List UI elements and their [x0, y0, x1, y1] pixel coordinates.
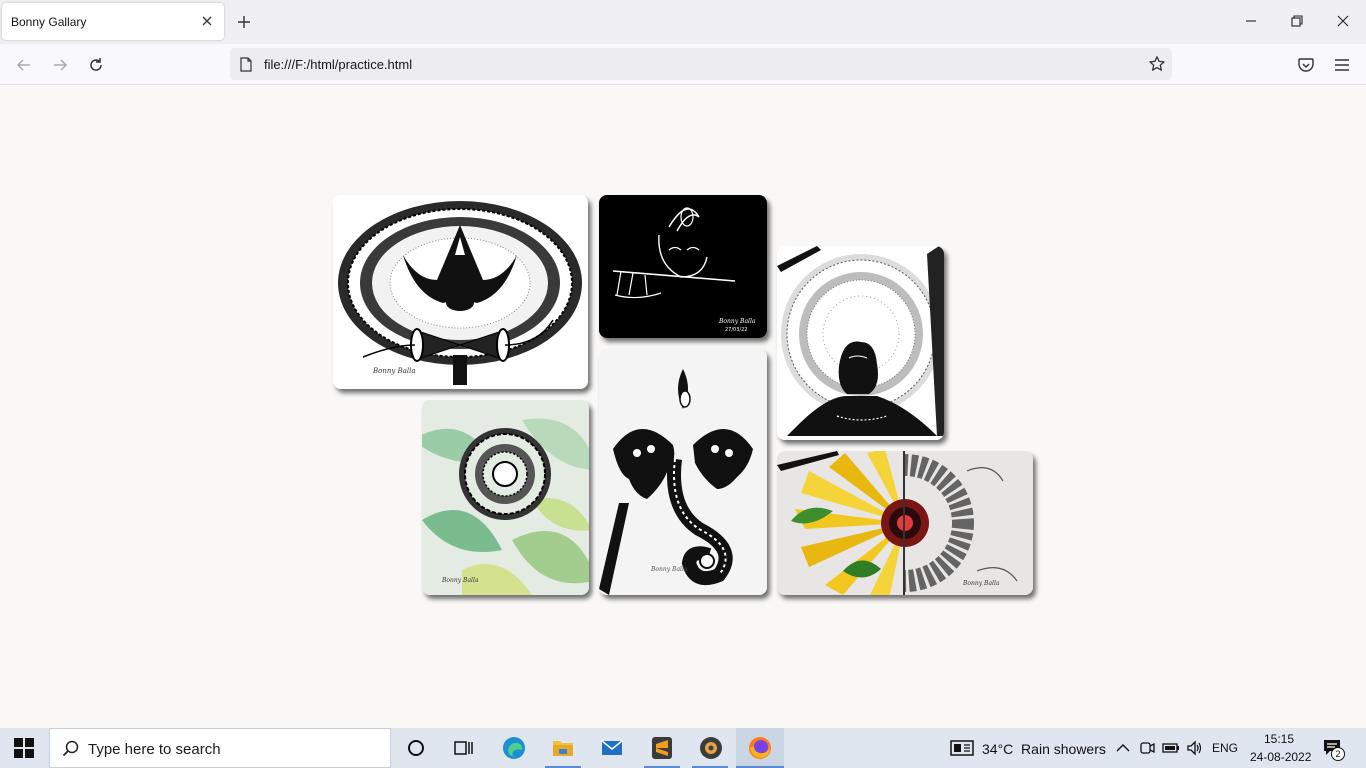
pocket-icon[interactable] [1297, 56, 1315, 74]
clock-time[interactable]: 15:15 [1264, 732, 1294, 746]
forward-icon[interactable] [51, 56, 69, 74]
tab-title: Bonny Gallary [11, 15, 87, 29]
taskbar: Type here to search 34°C Rain showers EN… [0, 728, 1366, 768]
url-text: file:///F:/html/practice.html [264, 57, 413, 72]
gallery-image-leaf-mandala[interactable]: Bonny Balla [422, 400, 589, 595]
gallery-image-shiva-mandala[interactable] [777, 246, 944, 440]
taskbar-search-box[interactable]: Type here to search [49, 728, 391, 768]
clock-date[interactable]: 24-08-2022 [1250, 750, 1311, 764]
browser-tab[interactable]: Bonny Gallary [2, 3, 224, 40]
navigation-bar: file:///F:/html/practice.html [0, 44, 1366, 85]
firefox-taskbar-item[interactable] [736, 728, 784, 768]
edge-browser-icon[interactable] [502, 736, 526, 760]
ganesha-artwork: Bonny Balla [599, 349, 767, 595]
page-content: Bonny Balla Bonny Balla 27/03/22 Bonny B… [0, 85, 1366, 728]
gallery-image-krishna-flute[interactable]: Bonny Balla 27/03/22 [599, 195, 767, 338]
krishna-flute-artwork: Bonny Balla 27/03/22 [599, 195, 767, 338]
svg-text:Bonny Balla: Bonny Balla [441, 577, 479, 584]
back-icon[interactable] [15, 56, 33, 74]
chevron-up-icon[interactable] [1115, 740, 1131, 756]
sublime-text-icon[interactable] [650, 736, 674, 760]
url-bar[interactable]: file:///F:/html/practice.html [230, 48, 1172, 80]
file-explorer-icon[interactable] [551, 736, 575, 760]
menu-icon[interactable] [1333, 56, 1351, 74]
language-indicator[interactable]: ENG [1212, 741, 1238, 755]
gallery-image-sunflower[interactable]: Bonny Balla [777, 451, 1033, 595]
svg-text:Bonny Balla: Bonny Balla [650, 566, 688, 573]
media-player-icon[interactable] [699, 736, 723, 760]
restore-icon[interactable] [1290, 14, 1304, 28]
mail-icon[interactable] [600, 736, 624, 760]
notification-badge: 2 [1331, 747, 1345, 761]
task-view-icon[interactable] [452, 736, 476, 760]
tab-bar: Bonny Gallary [0, 0, 1366, 44]
shiva-mandala-artwork [777, 246, 944, 440]
leaf-mandala-artwork: Bonny Balla [422, 400, 589, 595]
sunflower-artwork: Bonny Balla [777, 451, 1033, 595]
bookmark-star-icon[interactable] [1148, 55, 1166, 73]
notification-center[interactable]: 2 [1322, 737, 1346, 761]
reload-icon[interactable] [87, 56, 105, 74]
cortana-icon[interactable] [404, 736, 428, 760]
svg-text:Bonny Balla: Bonny Balla [962, 580, 1000, 587]
close-window-icon[interactable] [1336, 14, 1350, 28]
search-placeholder: Type here to search [88, 741, 221, 758]
close-tab-icon[interactable] [200, 14, 214, 28]
search-icon [62, 740, 79, 757]
weather-text[interactable]: 34°C Rain showers [982, 741, 1106, 757]
firefox-icon [749, 737, 771, 759]
volume-icon[interactable] [1186, 740, 1204, 756]
gallery-image-trishul-damru[interactable]: Bonny Balla [333, 195, 588, 389]
trishul-damru-artwork: Bonny Balla [333, 195, 588, 389]
svg-text:Bonny Balla: Bonny Balla [718, 318, 756, 325]
windows-start-icon[interactable] [13, 737, 35, 759]
gallery-image-ganesha[interactable]: Bonny Balla [599, 349, 767, 595]
battery-icon[interactable] [1162, 740, 1180, 756]
svg-text:Bonny Balla: Bonny Balla [372, 367, 416, 375]
minimize-icon[interactable] [1244, 14, 1258, 28]
meet-now-icon[interactable] [1139, 740, 1155, 756]
page-icon [240, 57, 252, 72]
weather-news-icon[interactable] [950, 739, 974, 757]
new-tab-icon[interactable] [236, 14, 252, 30]
svg-text:27/03/22: 27/03/22 [725, 327, 747, 333]
